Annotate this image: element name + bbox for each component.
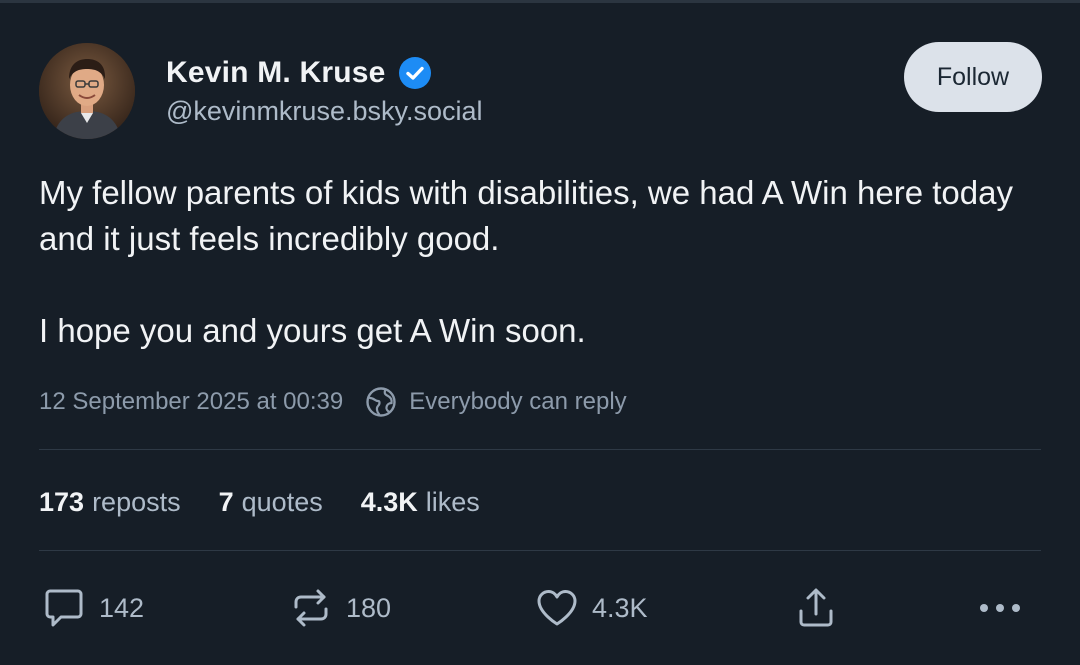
post-text: My fellow parents of kids with disabilit… bbox=[39, 170, 1039, 354]
repost-icon bbox=[294, 589, 328, 627]
repost-button[interactable]: 180 bbox=[288, 585, 391, 631]
top-border bbox=[0, 0, 1080, 3]
avatar[interactable] bbox=[39, 43, 135, 139]
divider bbox=[39, 449, 1041, 450]
quotes-stat[interactable]: 7 quotes bbox=[219, 487, 323, 518]
post-stats: 173 reposts 7 quotes 4.3K likes bbox=[39, 482, 518, 522]
follow-button[interactable]: Follow bbox=[904, 42, 1042, 112]
quotes-label: quotes bbox=[241, 486, 323, 517]
globe-icon bbox=[366, 387, 396, 417]
more-dots-icon bbox=[980, 604, 1020, 612]
reply-setting[interactable]: Everybody can reply bbox=[365, 386, 627, 418]
post-paragraph: I hope you and yours get A Win soon. bbox=[39, 312, 586, 349]
post-actions: 142 180 4.3K bbox=[39, 585, 1041, 631]
author-handle[interactable]: @kevinmkruse.bsky.social bbox=[166, 96, 483, 127]
like-button[interactable]: 4.3K bbox=[534, 585, 648, 631]
divider bbox=[39, 550, 1041, 551]
likes-label: likes bbox=[425, 486, 480, 517]
reposts-count: 173 bbox=[39, 486, 85, 517]
post-paragraph: My fellow parents of kids with disabilit… bbox=[39, 174, 1013, 257]
reply-button[interactable]: 142 bbox=[41, 585, 144, 631]
likes-stat[interactable]: 4.3K likes bbox=[361, 487, 480, 518]
post-meta: 12 September 2025 at 00:39 Everybody can… bbox=[39, 382, 627, 422]
reply-setting-label: Everybody can reply bbox=[409, 388, 627, 415]
like-count: 4.3K bbox=[592, 592, 648, 623]
share-icon bbox=[799, 588, 833, 627]
quotes-count: 7 bbox=[218, 486, 234, 517]
author-display-name[interactable]: Kevin M. Kruse bbox=[166, 56, 386, 90]
reposts-label: reposts bbox=[92, 486, 181, 517]
post-timestamp[interactable]: 12 September 2025 at 00:39 bbox=[39, 388, 343, 416]
author-name-row: Kevin M. Kruse bbox=[166, 55, 432, 91]
likes-count: 4.3K bbox=[360, 486, 418, 517]
avatar-image bbox=[39, 43, 135, 139]
heart-icon bbox=[537, 590, 577, 626]
more-options-button[interactable] bbox=[975, 585, 1037, 631]
reposts-stat[interactable]: 173 reposts bbox=[39, 487, 181, 518]
share-button[interactable] bbox=[793, 585, 851, 631]
reply-bubble-icon bbox=[45, 589, 83, 627]
reply-count: 142 bbox=[99, 592, 145, 623]
repost-count: 180 bbox=[346, 592, 392, 623]
verified-check-icon[interactable] bbox=[398, 56, 432, 90]
